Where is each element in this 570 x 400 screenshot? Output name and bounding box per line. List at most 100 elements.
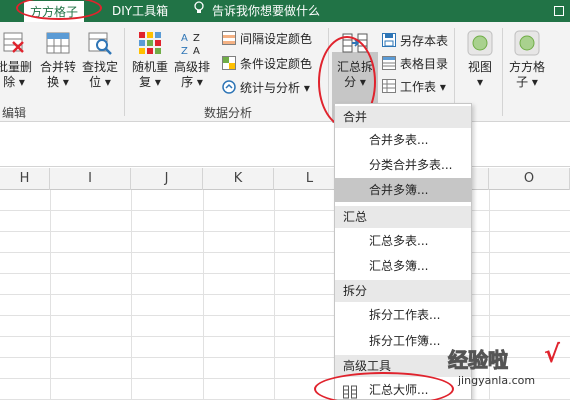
watermark-check: √ — [544, 340, 561, 368]
summary-split-button[interactable]: 汇总拆 分 ▾ — [334, 30, 376, 90]
window-restore-icon[interactable] — [554, 6, 564, 16]
interval-color-button[interactable]: 间隔设定颜色 — [222, 30, 312, 48]
summary-split-label-2: 分 ▾ — [344, 75, 366, 89]
column-header-o[interactable]: O — [489, 168, 570, 190]
random-repeat-label-1: 随机重 — [131, 60, 168, 74]
tell-me-search[interactable]: 告诉我你想要做什么 — [192, 0, 320, 22]
column-header-i[interactable]: I — [50, 168, 131, 190]
worksheet-button[interactable]: 工作表 ▾ — [382, 78, 446, 96]
advanced-sort-label-1: 高级排 — [173, 60, 210, 74]
merge-convert-label-1: 合并转 — [39, 60, 76, 74]
random-repeat-label-2: 复 ▾ — [139, 75, 161, 89]
ribbon-separator — [124, 28, 125, 116]
menu-section-split: 拆分 — [335, 280, 471, 302]
grid-row-line — [0, 210, 570, 211]
menu-item-classify-merge[interactable]: 分类合并多表... — [335, 153, 471, 177]
interval-color-label: 间隔设定颜色 — [240, 32, 313, 46]
advanced-sort-button[interactable]: AZZA 高级排 序 ▾ — [172, 30, 212, 90]
advanced-sort-label-2: 序 ▾ — [181, 75, 203, 89]
watermark: 经验啦 √ jingyanla.com — [448, 340, 568, 398]
batch-delete-button[interactable]: 批量删 除 ▾ — [0, 30, 34, 90]
menu-item-merge-books[interactable]: 合并多簿... — [335, 178, 471, 202]
worksheet-label: 工作表 ▾ — [400, 80, 446, 94]
sheet-index-label: 表格目录 — [400, 57, 449, 71]
sheet-index-button[interactable]: 表格目录 — [382, 55, 448, 73]
sheet-index-icon — [382, 56, 396, 70]
summary-split-icon — [342, 30, 368, 56]
summary-master-icon — [343, 383, 357, 399]
statistics-icon — [222, 80, 236, 94]
menu-item-merge-sheets[interactable]: 合并多表... — [335, 128, 471, 152]
tell-me-label: 告诉我你想要做什么 — [212, 4, 321, 18]
column-header-k[interactable]: K — [203, 168, 274, 190]
grid-col-line — [131, 190, 132, 400]
watermark-url: jingyanla.com — [458, 374, 536, 387]
menu-item-summary-books[interactable]: 汇总多簿... — [335, 254, 471, 278]
column-headers: H I J K L M N O — [0, 168, 570, 190]
svg-text:A: A — [181, 33, 188, 44]
analysis-group-label: 数据分析 — [204, 106, 253, 120]
interval-color-icon — [222, 31, 236, 45]
menu-item-split-sheet[interactable]: 拆分工作表... — [335, 303, 471, 327]
find-locate-label-1: 查找定 — [81, 60, 118, 74]
tab-diy-toolbox[interactable]: DIY工具箱 — [106, 0, 174, 22]
conditional-color-label: 条件设定颜色 — [240, 57, 313, 71]
fangfang-icon — [514, 30, 540, 56]
conditional-color-button[interactable]: 条件设定颜色 — [222, 55, 312, 73]
summary-master-label: 汇总大师... — [369, 383, 429, 397]
sort-az-icon: AZZA — [179, 30, 205, 57]
ribbon-separator — [502, 28, 503, 116]
grid-row-line — [0, 231, 570, 232]
save-sheets-button[interactable]: 另存本表 — [382, 32, 448, 50]
column-header-j[interactable]: J — [131, 168, 203, 190]
batch-delete-icon — [1, 30, 27, 56]
grid-col-line — [274, 190, 275, 400]
batch-delete-label-1: 批量删 — [0, 60, 32, 74]
ribbon-separator — [328, 28, 329, 116]
conditional-color-icon — [222, 56, 236, 70]
merge-convert-label-2: 换 ▾ — [47, 75, 69, 89]
fangfang-label-2: 子 ▾ — [516, 75, 538, 89]
fangfang-button[interactable]: 方方格 子 ▾ — [506, 30, 548, 90]
merge-convert-button[interactable]: 合并转 换 ▾ — [38, 30, 78, 90]
view-icon — [467, 30, 493, 56]
menu-section-merge: 合并 — [335, 106, 471, 128]
ribbon: 批量删 除 ▾ 合并转 换 ▾ 查找定 位 ▾ 编辑 随机重 复 ▾ AZZA … — [0, 22, 570, 128]
edit-group-label: 编辑 — [2, 106, 27, 120]
find-locate-icon — [87, 30, 113, 56]
find-locate-label-2: 位 ▾ — [89, 75, 111, 89]
column-header-h[interactable]: H — [0, 168, 50, 190]
svg-text:Z: Z — [181, 46, 188, 56]
merge-convert-icon — [45, 30, 71, 56]
view-button[interactable]: 视图 ▾ — [460, 30, 500, 90]
menu-item-summary-sheets[interactable]: 汇总多表... — [335, 229, 471, 253]
watermark-title: 经验啦 — [448, 348, 509, 373]
grid-col-line — [203, 190, 204, 400]
tab-fangfang[interactable]: 方方格子 — [24, 1, 85, 22]
random-repeat-icon — [137, 30, 163, 56]
grid-row-line — [0, 252, 570, 253]
grid-row-line — [0, 315, 570, 316]
random-repeat-button[interactable]: 随机重 复 ▾ — [130, 30, 170, 90]
grid-col-line — [50, 190, 51, 400]
worksheet-icon — [382, 79, 396, 93]
save-sheets-label: 另存本表 — [400, 34, 449, 48]
statistics-label: 统计与分析 ▾ — [240, 81, 310, 95]
save-sheet-icon — [382, 33, 396, 47]
view-dropdown-arrow: ▾ — [476, 75, 484, 89]
grid-row-line — [0, 273, 570, 274]
ribbon-tab-bar: 方方格子 DIY工具箱 告诉我你想要做什么 — [0, 0, 570, 22]
lightbulb-icon — [192, 0, 206, 22]
menu-section-summary: 汇总 — [335, 206, 471, 228]
statistics-analysis-button[interactable]: 统计与分析 ▾ — [222, 79, 310, 97]
fangfang-label-1: 方方格 — [508, 60, 545, 74]
view-label: 视图 — [467, 60, 492, 74]
grid-row-line — [0, 294, 570, 295]
grid-row-line — [0, 336, 570, 337]
find-locate-button[interactable]: 查找定 位 ▾ — [80, 30, 120, 90]
formula-bar-area[interactable] — [0, 123, 570, 167]
batch-delete-label-2: 除 ▾ — [3, 75, 25, 89]
summary-split-label-1: 汇总拆 — [336, 60, 373, 74]
svg-text:A: A — [193, 46, 200, 56]
svg-text:Z: Z — [193, 33, 200, 44]
